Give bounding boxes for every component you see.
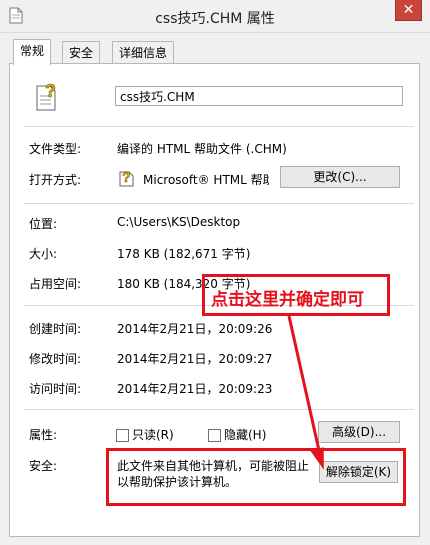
tab-general[interactable]: 常规 (13, 39, 52, 65)
annotation-arrow (287, 315, 324, 470)
